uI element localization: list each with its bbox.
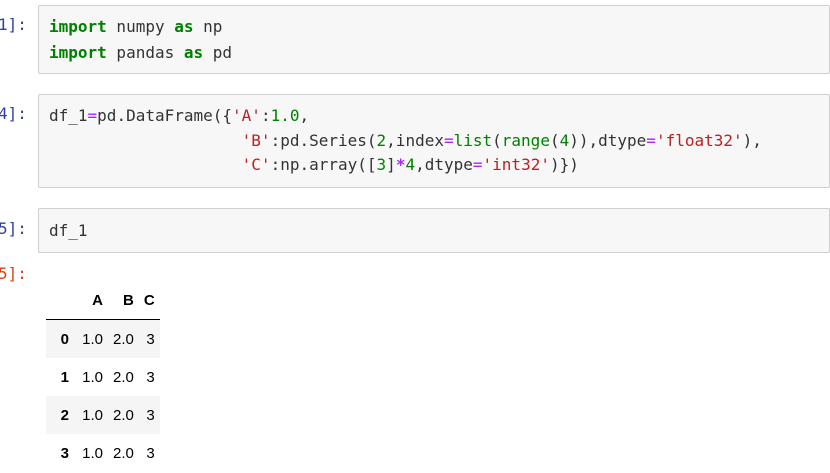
code-token: * — [395, 155, 406, 174]
code-line: import numpy as np — [49, 15, 222, 39]
cell-a: 1.0 — [82, 406, 103, 424]
row-index: 2 — [60, 406, 69, 424]
table-row: 3 1.0 2.0 3 — [46, 434, 160, 472]
dataframe-table: A B C 0 1.0 2.0 3 1 1.0 2.0 3 2 1.0 2.0 … — [46, 281, 160, 472]
code-token: range — [501, 131, 550, 150]
table-header-row: A B C — [46, 281, 160, 320]
index-header — [46, 281, 74, 320]
code-line: df_1=pd.DataFrame({'A':1.0, — [49, 104, 309, 128]
code-token: 'B' — [241, 131, 271, 150]
cell-2-prompt: 4]: — [0, 104, 27, 123]
code-token: = — [646, 131, 656, 150]
code-token: as — [183, 43, 204, 62]
code-token: 3 — [376, 155, 387, 174]
row-index: 1 — [60, 368, 69, 386]
code-token: 'float32' — [655, 131, 743, 150]
cell-c: 3 — [146, 406, 155, 424]
output-prompt: 5]: — [0, 264, 27, 283]
code-token: = — [87, 106, 98, 125]
column-header-c: C — [138, 281, 160, 320]
cell-a: 1.0 — [82, 368, 103, 386]
table-row: 2 1.0 2.0 3 — [46, 396, 160, 434]
code-token: 'C' — [241, 155, 271, 174]
code-token: np — [193, 17, 223, 36]
cell-1-input[interactable]: import numpy as np import pandas as pd — [38, 5, 830, 74]
row-index: 3 — [60, 444, 69, 462]
code-token: = — [472, 155, 483, 174]
cell-c: 3 — [146, 330, 155, 348]
cell-c: 3 — [146, 368, 155, 386]
code-token: pd.DataFrame({ — [97, 106, 233, 125]
cell-1-prompt: 1]: — [0, 15, 27, 34]
cell-b: 2.0 — [113, 406, 134, 424]
code-token: ,dtype — [415, 155, 473, 174]
code-token: 'A' — [232, 106, 261, 125]
cell-3-prompt: 5]: — [0, 219, 27, 238]
code-token: numpy — [106, 17, 175, 36]
code-token: 4 — [405, 155, 416, 174]
code-token: 1.0 — [270, 106, 300, 125]
code-token: ), — [742, 131, 762, 150]
code-token: :pd.Series( — [270, 131, 377, 150]
code-token: ] — [386, 155, 396, 174]
code-token: import — [49, 17, 107, 36]
cell-b: 2.0 — [113, 368, 134, 386]
cell-b: 2.0 — [113, 444, 134, 462]
code-token: : — [260, 106, 271, 125]
cell-a: 1.0 — [82, 330, 103, 348]
code-line: import pandas as pd — [49, 41, 232, 65]
code-token: ,index — [386, 131, 444, 150]
code-token: )}) — [549, 155, 579, 174]
code-line: 'B':pd.Series(2,index=list(range(4)),dty… — [49, 129, 762, 153]
code-token: 2 — [376, 131, 387, 150]
cell-c: 3 — [146, 444, 155, 462]
code-token: )),dtype — [569, 131, 647, 150]
code-token: , — [299, 106, 310, 125]
code-line: 'C':np.array([3]*4,dtype='int32')}) — [49, 153, 579, 177]
code-token: df_1 — [49, 106, 88, 125]
code-token: df_1 — [49, 221, 88, 240]
cell-2-input[interactable]: df_1=pd.DataFrame({'A':1.0, 'B':pd.Serie… — [38, 94, 830, 188]
cell-3-input[interactable]: df_1 — [38, 208, 830, 253]
column-header-b: B — [108, 281, 139, 320]
code-token: 'int32' — [482, 155, 550, 174]
table-row: 0 1.0 2.0 3 — [46, 319, 160, 358]
code-token: ( — [492, 131, 502, 150]
code-token: import — [49, 43, 107, 62]
column-header-a: A — [74, 281, 108, 320]
code-token: pandas — [106, 43, 184, 62]
cell-b: 2.0 — [113, 330, 134, 348]
code-token: = — [443, 131, 454, 150]
code-token: :np.array([ — [270, 155, 377, 174]
code-token: as — [174, 17, 194, 36]
table-row: 1 1.0 2.0 3 — [46, 358, 160, 396]
code-token: ( — [549, 131, 560, 150]
cell-a: 1.0 — [82, 444, 103, 462]
code-line: df_1 — [49, 219, 88, 243]
code-token: 4 — [559, 131, 570, 150]
code-token: pd — [203, 43, 233, 62]
row-index: 0 — [60, 330, 69, 348]
code-token: list — [453, 131, 493, 150]
